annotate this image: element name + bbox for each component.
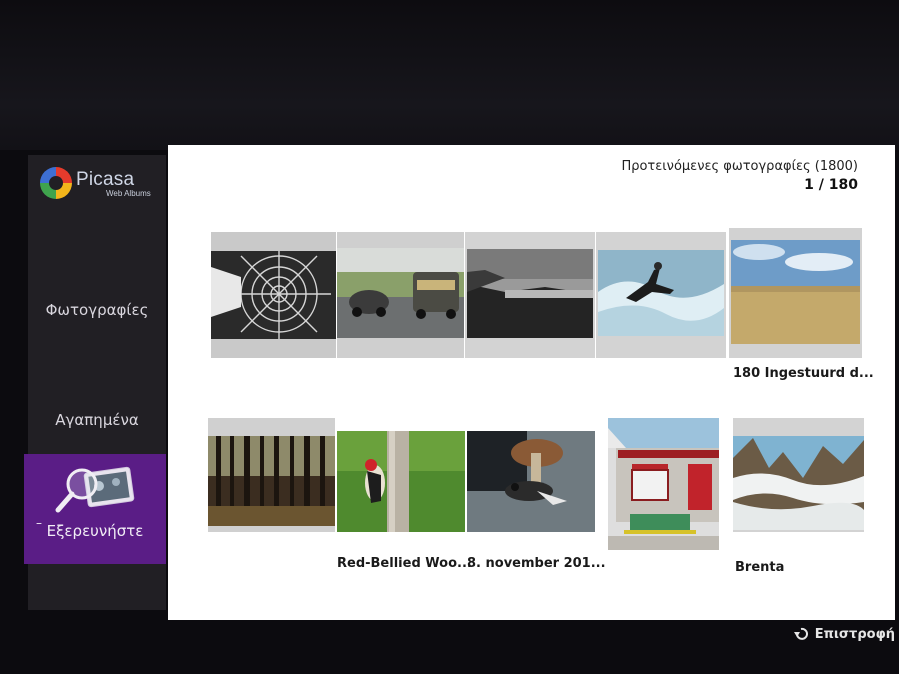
photo-thumbnail[interactable] [208,418,335,532]
page-title: Προτεινόμενες φωτογραφίες (1800) [621,159,858,174]
logo-name: Picasa [76,169,135,190]
logo-subtitle: Web Albums [106,189,151,198]
main-panel: Προτεινόμενες φωτογραφίες (1800) 1 / 180 [168,145,895,620]
photo-thumbnail[interactable] [596,232,726,358]
photo-caption: Brenta [735,560,785,575]
photo-thumbnail[interactable] [467,431,595,532]
return-arrow-icon [793,627,808,640]
sidebar: Picasa Web Albums Φωτογραφίες Αγαπημένα … [24,155,166,610]
photo-thumbnail[interactable] [729,228,862,358]
explore-magnifier-icon [55,466,135,513]
sidebar-item-label: Εξερευνήστε [46,522,144,540]
sidebar-item-explore[interactable]: – Εξερευνήστε [24,454,166,564]
photo-thumbnail[interactable] [608,418,719,550]
bottom-bar [0,620,899,674]
back-label: Επιστροφή [814,626,895,642]
picasa-logo-icon [40,167,72,199]
photo-caption: 8. november 201... [467,556,606,571]
tv-bezel-top [0,0,899,150]
photo-thumbnail[interactable] [465,232,595,358]
back-button[interactable]: Επιστροφή [793,626,895,642]
photo-thumbnail[interactable] [733,418,864,532]
photo-thumbnail[interactable] [211,232,336,358]
photo-caption: Red-Bellied Woo... [337,556,472,571]
photo-thumbnail[interactable] [337,431,465,532]
sidebar-item-label: Αγαπημένα [55,411,139,429]
sidebar-item-favorites[interactable]: Αγαπημένα [28,411,166,429]
picasa-logo: Picasa Web Albums [40,167,160,207]
sidebar-item-photos[interactable]: Φωτογραφίες [28,301,166,319]
sidebar-item-label: Φωτογραφίες [45,301,149,319]
page-indicator: 1 / 180 [804,177,858,193]
photo-thumbnail[interactable] [337,232,464,358]
photo-caption: 180 Ingestuurd d... [733,366,874,381]
